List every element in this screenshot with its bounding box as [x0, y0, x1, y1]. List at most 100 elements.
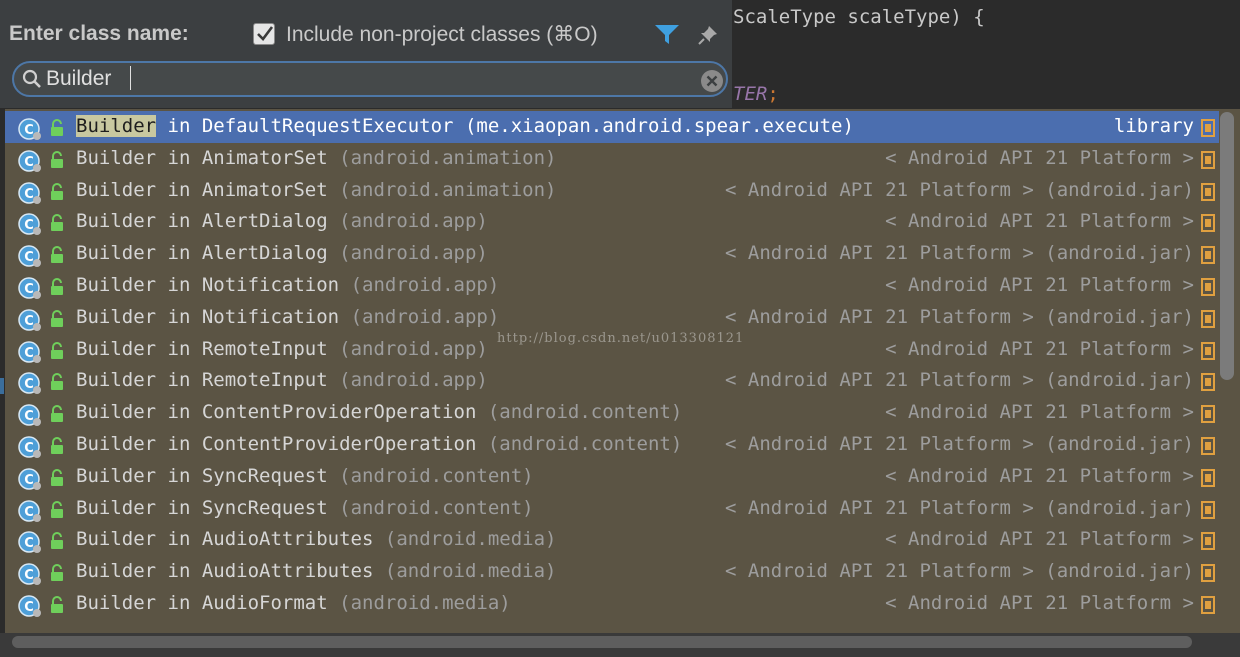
result-text: Builder in DefaultRequestExecutor (me.xi…	[76, 115, 854, 137]
result-row[interactable]: C Builder in ContentProviderOperation (an…	[5, 429, 1219, 461]
result-class-name: Builder	[76, 497, 157, 519]
result-separator: in	[156, 338, 202, 360]
svg-text:C: C	[24, 218, 34, 233]
results-list: C Builder in DefaultRequestExecutor (me.x…	[5, 109, 1240, 633]
result-package: (android.content)	[339, 465, 534, 487]
result-package: (android.animation)	[339, 179, 557, 201]
result-row[interactable]: C Builder in AudioAttributes (android.med…	[5, 524, 1219, 556]
result-owner: ContentProviderOperation	[201, 401, 477, 423]
result-text: Builder in AnimatorSet (android.animatio…	[76, 179, 556, 201]
result-owner: AlertDialog	[201, 242, 328, 264]
public-lock-icon	[51, 119, 63, 136]
class-icon: C	[18, 404, 41, 426]
result-class-name: Builder	[76, 560, 157, 582]
class-icon: C	[18, 468, 41, 490]
result-separator: in	[156, 147, 202, 169]
result-text: Builder in ContentProviderOperation (and…	[76, 401, 682, 423]
result-source: < Android API 21 Platform >	[885, 210, 1194, 232]
svg-text:C: C	[24, 123, 34, 138]
result-package: (android.app)	[350, 274, 500, 296]
svg-text:C: C	[24, 600, 34, 615]
library-icon	[1201, 469, 1215, 487]
result-source: < Android API 21 Platform >	[885, 274, 1194, 296]
result-text: Builder in RemoteInput (android.app)	[76, 369, 488, 391]
result-row[interactable]: C Builder in AlertDialog (android.app) < A…	[5, 238, 1219, 270]
svg-text:C: C	[24, 568, 34, 583]
result-owner: AudioFormat	[201, 592, 328, 614]
result-source: < Android API 21 Platform > (android.jar…	[725, 560, 1194, 582]
svg-text:C: C	[24, 282, 34, 297]
result-row[interactable]: C Builder in SyncRequest (android.content…	[5, 493, 1219, 525]
result-source: < Android API 21 Platform > (android.jar…	[725, 179, 1194, 201]
library-icon	[1201, 532, 1215, 550]
clear-search-icon[interactable]	[699, 68, 725, 94]
code-semicolon: ;	[767, 83, 779, 105]
svg-text:C: C	[24, 250, 34, 265]
result-text: Builder in AnimatorSet (android.animatio…	[76, 147, 556, 169]
result-separator: in	[156, 242, 202, 264]
result-source: < Android API 21 Platform >	[885, 338, 1194, 360]
result-package: (android.media)	[384, 560, 557, 582]
result-separator: in	[156, 369, 202, 391]
result-row[interactable]: C Builder in AudioFormat (android.media) <…	[5, 588, 1219, 620]
result-row[interactable]: C Builder in RemoteInput (android.app) < A…	[5, 365, 1219, 397]
result-separator: in	[156, 179, 202, 201]
include-non-project-label[interactable]: Include non-project classes (⌘O)	[286, 22, 598, 47]
filter-icon[interactable]	[654, 24, 680, 46]
result-row[interactable]: C Builder in ContentProviderOperation (an…	[5, 397, 1219, 429]
result-text: Builder in SyncRequest (android.content)	[76, 497, 534, 519]
include-non-project-checkbox[interactable]	[253, 23, 275, 45]
result-package: (android.app)	[339, 338, 488, 360]
svg-text:C: C	[24, 155, 34, 170]
library-icon	[1201, 405, 1215, 423]
result-owner: AnimatorSet	[201, 147, 328, 169]
public-lock-icon	[51, 310, 63, 327]
result-source: < Android API 21 Platform >	[885, 528, 1194, 550]
result-package: (me.xiaopan.android.spear.execute)	[464, 115, 854, 137]
result-package: (android.app)	[339, 242, 488, 264]
result-separator: in	[156, 274, 202, 296]
result-package: (android.content)	[487, 433, 683, 455]
result-package: (android.content)	[339, 497, 534, 519]
result-row[interactable]: C Builder in AudioAttributes (android.med…	[5, 556, 1219, 588]
public-lock-icon	[51, 373, 63, 390]
result-owner: RemoteInput	[201, 369, 328, 391]
result-row[interactable]: C Builder in AlertDialog (android.app) < A…	[5, 206, 1219, 238]
result-source: < Android API 21 Platform > (android.jar…	[725, 497, 1194, 519]
library-icon	[1201, 596, 1215, 614]
pin-icon[interactable]	[697, 24, 719, 46]
result-separator: in	[156, 465, 202, 487]
class-icon: C	[18, 563, 41, 585]
result-class-name: Builder	[76, 306, 157, 328]
vertical-scrollbar[interactable]	[1220, 112, 1234, 380]
result-row[interactable]: C Builder in AnimatorSet (android.animati…	[5, 175, 1219, 207]
result-row[interactable]: C Builder in SyncRequest (android.content…	[5, 461, 1219, 493]
class-icon: C	[18, 150, 41, 172]
class-icon: C	[18, 277, 41, 299]
result-row-clipped[interactable]	[5, 620, 1219, 633]
result-separator: in	[156, 433, 202, 455]
class-icon: C	[18, 436, 41, 458]
public-lock-icon	[51, 437, 63, 454]
result-row[interactable]: C Builder in AnimatorSet (android.animati…	[5, 143, 1219, 175]
library-icon	[1201, 119, 1215, 137]
class-icon: C	[18, 595, 41, 617]
result-text: Builder in SyncRequest (android.content)	[76, 465, 534, 487]
code-line: ScaleType scaleType) {	[733, 6, 985, 28]
library-icon	[1201, 214, 1215, 232]
library-icon	[1201, 310, 1215, 328]
class-name-input[interactable]	[46, 64, 686, 94]
result-row-selected[interactable]: C Builder in DefaultRequestExecutor (me.x…	[5, 111, 1219, 143]
class-icon: C	[18, 182, 41, 204]
result-class-name: Builder	[76, 179, 157, 201]
result-separator: in	[156, 528, 202, 550]
result-source: < Android API 21 Platform >	[885, 592, 1194, 614]
result-row[interactable]: C Builder in Notification (android.app) < …	[5, 270, 1219, 302]
result-separator: in	[156, 115, 202, 137]
horizontal-scrollbar[interactable]	[12, 636, 1192, 648]
result-row[interactable]: C Builder in Notification (android.app) < …	[5, 302, 1219, 334]
result-separator: in	[156, 560, 202, 582]
svg-text:C: C	[24, 346, 34, 361]
result-source: < Android API 21 Platform > (android.jar…	[725, 306, 1194, 328]
result-class-name: Builder	[76, 369, 157, 391]
